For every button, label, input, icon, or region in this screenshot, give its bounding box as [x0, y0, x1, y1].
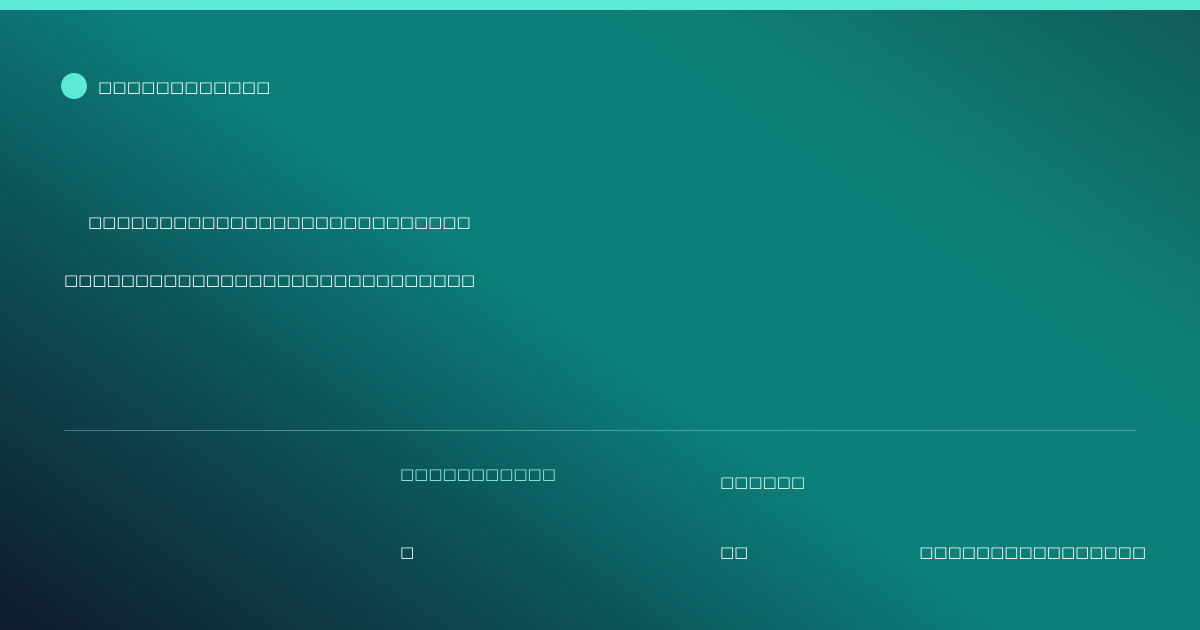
brand-label: □□□□□□□□□□□□	[98, 78, 271, 96]
footer-heading-2: □□□□□□	[720, 473, 806, 491]
top-accent-bar	[0, 0, 1200, 10]
footer-value-1: □	[400, 543, 415, 561]
section-divider	[64, 430, 1136, 431]
body-text-line-1: □□□□□□□□□□□□□□□□□□□□□□□□□□□	[88, 213, 471, 231]
footer-heading-1: □□□□□□□□□□□	[400, 465, 556, 483]
footer-value-2: □□	[720, 543, 749, 561]
brand-dot-icon	[61, 73, 87, 99]
body-text-line-2: □□□□□□□□□□□□□□□□□□□□□□□□□□□□□	[64, 271, 475, 289]
footer-value-3: □□□□□□□□□□□□□□□□	[919, 543, 1146, 561]
